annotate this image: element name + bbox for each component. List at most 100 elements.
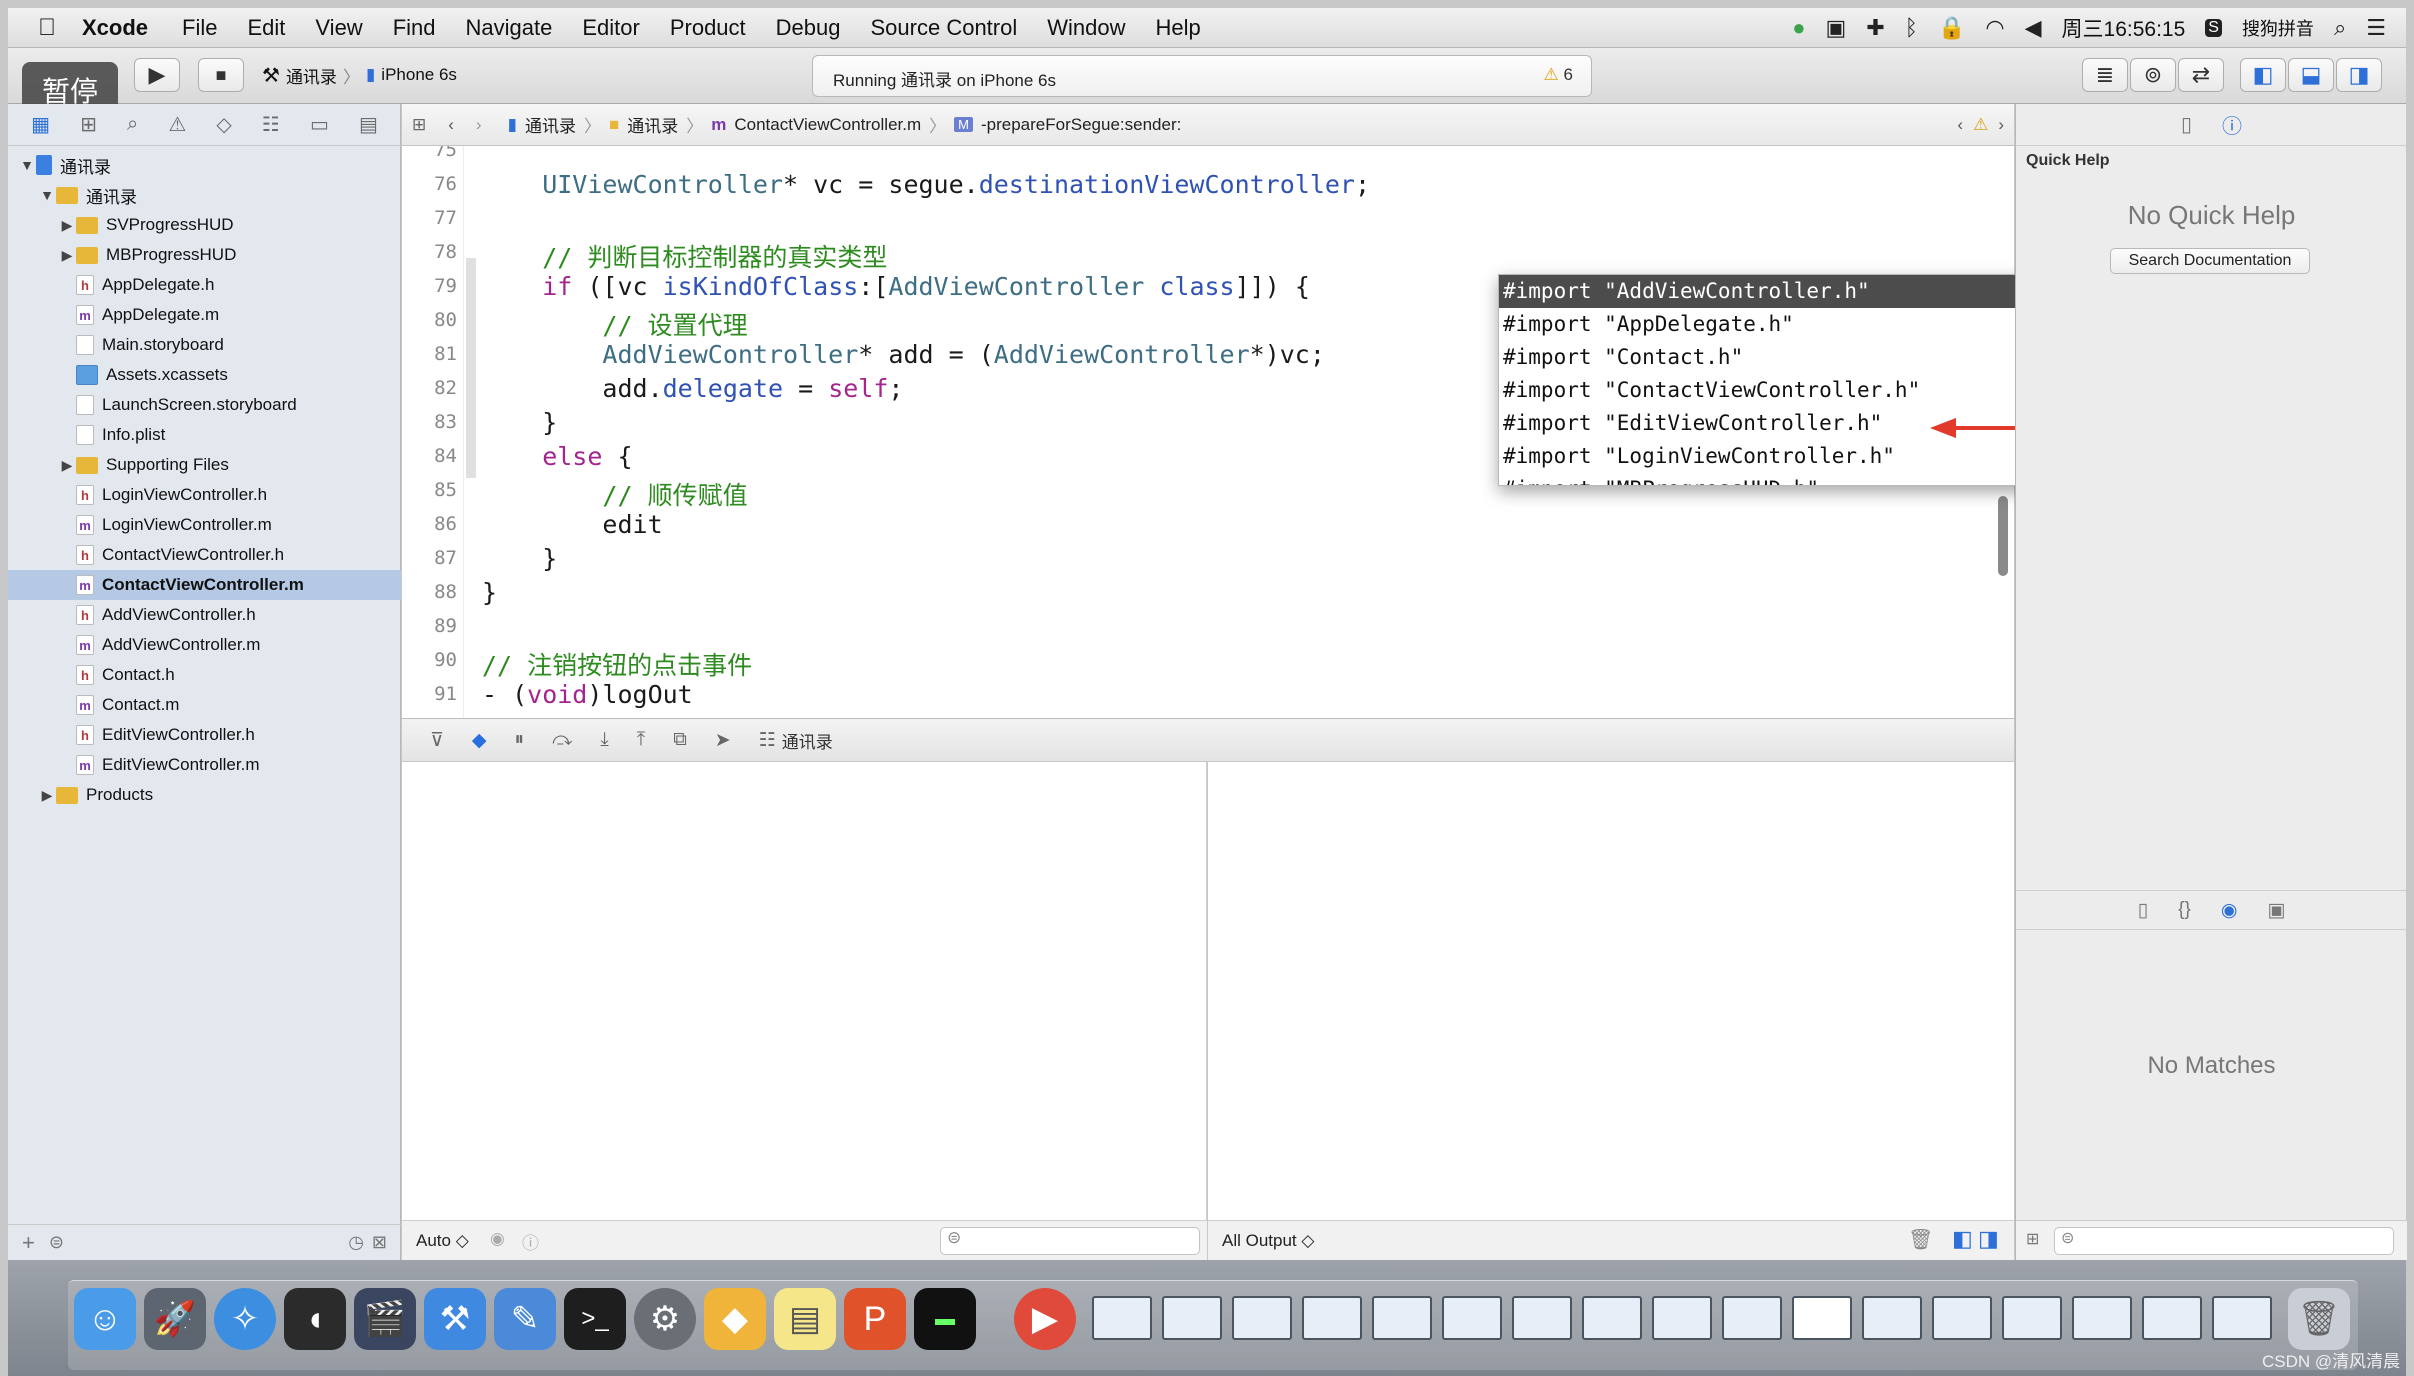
media-app-icon[interactable]: 🎬 bbox=[354, 1288, 416, 1350]
sidebar-item[interactable]: ▶ Supporting Files bbox=[8, 450, 401, 480]
disclosure-triangle-icon[interactable]: ▶ bbox=[58, 457, 76, 474]
menu-product[interactable]: Product bbox=[670, 15, 746, 41]
mouse-app-icon[interactable]: ◖ bbox=[284, 1288, 346, 1350]
trash-icon[interactable]: 🗑 bbox=[1908, 1227, 1933, 1252]
sidebar-item[interactable]: Main.storyboard bbox=[8, 330, 401, 360]
input-method-label[interactable]: 搜狗拼音 bbox=[2242, 15, 2314, 41]
code-line[interactable]: // 设置代理 bbox=[482, 306, 747, 342]
code-snippet-icon[interactable]: {} bbox=[2178, 899, 2191, 921]
scheme-selector[interactable]: ⚒ 通讯录 〉 ▮ iPhone 6s bbox=[262, 58, 457, 92]
warning-indicator[interactable]: ⚠ 6 bbox=[1544, 65, 1573, 85]
autocomplete-item[interactable]: #import "AppDelegate.h" bbox=[1499, 308, 2087, 341]
menu-view[interactable]: View bbox=[315, 15, 362, 41]
version-editor-button[interactable]: ⇄ bbox=[2178, 58, 2224, 92]
trash-can-icon[interactable]: 🗑 bbox=[2288, 1288, 2350, 1350]
menu-edit[interactable]: Edit bbox=[247, 15, 285, 41]
pause-icon[interactable]: ⏸ bbox=[515, 729, 525, 751]
editor-scrollbar[interactable] bbox=[1998, 496, 2008, 576]
split-left-icon[interactable]: ◧ bbox=[1952, 1226, 1973, 1252]
step-over-icon[interactable]: ⤼ bbox=[552, 729, 572, 751]
window-thumbnail[interactable] bbox=[1372, 1296, 1432, 1340]
sidebar-item[interactable]: m EditViewController.m bbox=[8, 750, 401, 780]
instruments-icon[interactable]: ✎ bbox=[494, 1288, 556, 1350]
code-line[interactable]: edit bbox=[482, 510, 662, 539]
window-thumbnail[interactable] bbox=[1442, 1296, 1502, 1340]
sidebar-item[interactable]: m Contact.m bbox=[8, 690, 401, 720]
bluetooth-icon[interactable]: ᛒ bbox=[1905, 15, 1918, 41]
code-line[interactable]: - (void)logOut bbox=[482, 680, 693, 709]
variables-filter-input[interactable]: ⊜ bbox=[940, 1227, 1200, 1255]
issue-navigator-tab-icon[interactable]: ⚠ bbox=[168, 112, 186, 137]
scm-filter-icon[interactable]: ⊠ bbox=[372, 1232, 387, 1253]
quicktime-icon[interactable]: ▶ bbox=[1014, 1288, 1076, 1350]
code-line[interactable]: } bbox=[482, 544, 557, 573]
sidebar-item[interactable]: m ContactViewController.m bbox=[8, 570, 401, 600]
grid-view-icon[interactable]: ⊞ bbox=[2026, 1229, 2039, 1249]
file-inspector-icon[interactable]: ▯ bbox=[2181, 112, 2192, 137]
console-app-icon[interactable]: ▬ bbox=[914, 1288, 976, 1350]
sidebar-item[interactable]: Assets.xcassets bbox=[8, 360, 401, 390]
menu-source-control[interactable]: Source Control bbox=[871, 15, 1018, 41]
breadcrumb-group[interactable]: 通讯录 bbox=[627, 112, 678, 137]
menu-editor[interactable]: Editor bbox=[582, 15, 639, 41]
disclosure-triangle-icon[interactable]: ▶ bbox=[38, 787, 56, 804]
window-thumbnail[interactable] bbox=[2072, 1296, 2132, 1340]
menu-debug[interactable]: Debug bbox=[776, 15, 841, 41]
add-file-icon[interactable]: + bbox=[22, 1230, 35, 1256]
breakpoint-navigator-tab-icon[interactable]: ▭ bbox=[310, 112, 329, 137]
apple-menu-icon[interactable]:  bbox=[38, 14, 56, 42]
breadcrumb-project[interactable]: 通讯录 bbox=[525, 112, 576, 137]
menu-navigate[interactable]: Navigate bbox=[466, 15, 553, 41]
window-thumbnail[interactable] bbox=[1792, 1296, 1852, 1340]
wifi-icon[interactable]: ◠ bbox=[1985, 15, 2004, 41]
file-template-icon[interactable]: ▯ bbox=[2138, 899, 2148, 922]
window-thumbnail[interactable] bbox=[2002, 1296, 2062, 1340]
auto-selector[interactable]: Auto ◇ bbox=[416, 1231, 469, 1251]
window-thumbnail[interactable] bbox=[1932, 1296, 1992, 1340]
console-view[interactable] bbox=[1208, 762, 2014, 1260]
sidebar-item[interactable]: ▶ MBProgressHUD bbox=[8, 240, 401, 270]
system-preferences-icon[interactable]: ⚙ bbox=[634, 1288, 696, 1350]
breadcrumb-file[interactable]: ContactViewController.m bbox=[734, 115, 921, 135]
project-navigator-tab-icon[interactable]: ▦ bbox=[31, 112, 50, 137]
disclosure-triangle-icon[interactable]: ▼ bbox=[38, 187, 56, 203]
code-folding-ribbon[interactable] bbox=[466, 258, 476, 478]
object-library-icon[interactable]: ◉ bbox=[2221, 899, 2238, 922]
menu-file[interactable]: File bbox=[182, 15, 217, 41]
code-line[interactable]: // 顺传赋值 bbox=[482, 476, 747, 512]
run-button[interactable]: ▶ bbox=[134, 58, 180, 92]
code-line[interactable]: add.delegate = self; bbox=[482, 374, 903, 403]
plus-status-icon[interactable]: ✚ bbox=[1866, 15, 1884, 41]
window-thumbnail[interactable] bbox=[1512, 1296, 1572, 1340]
breakpoints-toggle-icon[interactable]: ◆ bbox=[472, 729, 487, 752]
related-items-icon[interactable]: ⊞ bbox=[412, 115, 426, 135]
autocomplete-item[interactable]: #import "ContactViewController.h" bbox=[1499, 374, 2087, 407]
autocomplete-item[interactable]: #import "AddViewController.h" bbox=[1499, 275, 2087, 308]
filter-icon[interactable]: ⊜ bbox=[49, 1232, 64, 1253]
code-line[interactable]: // 判断目标控制器的真实类型 bbox=[482, 238, 887, 274]
code-line[interactable]: else { bbox=[482, 442, 632, 471]
library-filter-input[interactable]: ⊜ bbox=[2054, 1227, 2394, 1255]
media-library-icon[interactable]: ▣ bbox=[2267, 899, 2285, 922]
sidebar-item[interactable]: h ContactViewController.h bbox=[8, 540, 401, 570]
code-line[interactable]: } bbox=[482, 578, 497, 607]
sidebar-item[interactable]: h LoginViewController.h bbox=[8, 480, 401, 510]
location-icon[interactable]: ➤ bbox=[715, 729, 731, 752]
output-selector[interactable]: All Output ◇ bbox=[1222, 1231, 1314, 1251]
assistant-editor-button[interactable]: ⊚ bbox=[2130, 58, 2176, 92]
code-line[interactable]: } bbox=[482, 408, 557, 437]
sidebar-item[interactable]: m LoginViewController.m bbox=[8, 510, 401, 540]
disclosure-triangle-icon[interactable]: ▼ bbox=[18, 157, 36, 173]
window-thumbnail[interactable] bbox=[2212, 1296, 2272, 1340]
sidebar-item[interactable]: LaunchScreen.storyboard bbox=[8, 390, 401, 420]
standard-editor-button[interactable]: ≣ bbox=[2082, 58, 2128, 92]
menu-window[interactable]: Window bbox=[1047, 15, 1125, 41]
window-thumbnail[interactable] bbox=[1232, 1296, 1292, 1340]
notification-list-icon[interactable]: ☰ bbox=[2366, 15, 2386, 41]
eye-icon[interactable]: ◉ bbox=[490, 1229, 505, 1249]
sidebar-item[interactable]: h EditViewController.h bbox=[8, 720, 401, 750]
autocomplete-item[interactable]: #import "Contact.h" bbox=[1499, 341, 2087, 374]
window-thumbnail[interactable] bbox=[1862, 1296, 1922, 1340]
code-line[interactable]: // 注销按钮的点击事件 bbox=[482, 646, 752, 682]
breadcrumb-method[interactable]: -prepareForSegue:sender: bbox=[981, 115, 1181, 135]
